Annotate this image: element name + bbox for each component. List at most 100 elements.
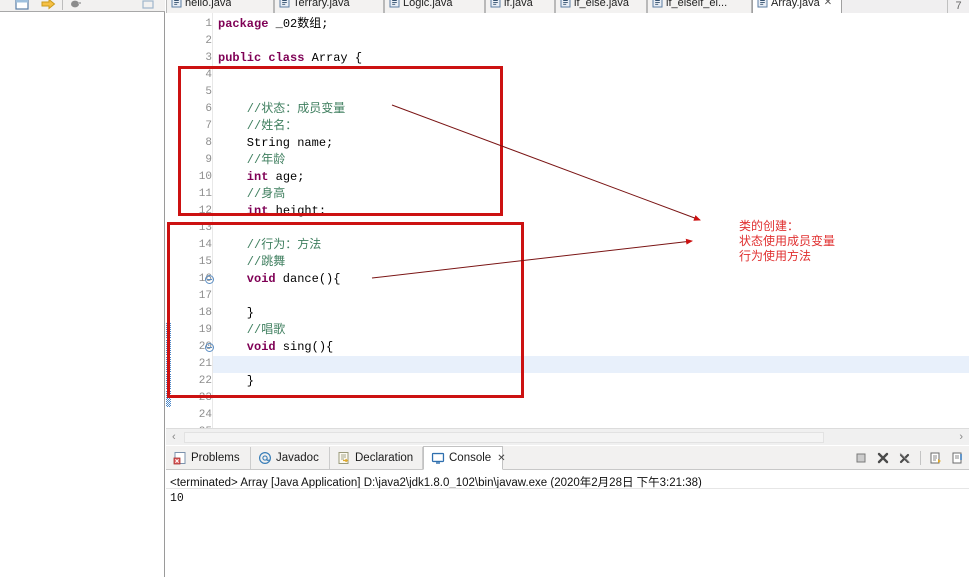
code-token: int [218, 204, 269, 218]
line-number: 24 [198, 409, 212, 421]
editor-tab-if-else-java[interactable]: if_else.java [555, 0, 647, 13]
code-token: //行为：方法 [218, 238, 322, 252]
bottom-tab-label: Javadoc [276, 452, 319, 464]
line-number: 5 [205, 86, 212, 98]
code-token: //唱歌 [218, 323, 286, 337]
java-file-icon [171, 0, 182, 8]
editor-horizontal-scrollbar[interactable]: ‹ › [166, 428, 969, 445]
line-number: 14 [198, 239, 212, 251]
tab-overflow-button[interactable]: 7 [947, 0, 969, 13]
bottom-tab-close-icon[interactable]: ✕ [497, 453, 505, 464]
bottom-tab-declaration[interactable]: Declaration [330, 447, 423, 469]
java-file-icon [560, 0, 571, 8]
scroll-right-arrow[interactable]: › [953, 431, 969, 443]
terminate-icon[interactable] [852, 449, 870, 467]
editor-tab-array-java[interactable]: Array.java ✕ [752, 0, 842, 13]
line-number: 21 [198, 358, 212, 370]
bottom-tab-label: Problems [191, 452, 240, 464]
console-divider [166, 488, 969, 489]
code-token: height; [268, 204, 327, 218]
editor-tab-bar: Array.java ✕ if_elseif_el... if_else.java if… [166, 0, 969, 13]
code-line[interactable]: void sing(){ [218, 339, 333, 356]
changed-line-marker [166, 339, 171, 356]
editor-tab-label: if.java [504, 0, 533, 9]
code-token: //跳舞 [218, 255, 286, 269]
code-token: void [218, 272, 276, 286]
toolbar-divider [920, 451, 921, 465]
editor-tab-logic-java[interactable]: Logic.java [384, 0, 485, 13]
code-editor[interactable]: 1 package _02数组; 2 3 public class Array {4 5 6… [166, 13, 969, 438]
editor-tab-hello-java[interactable]: hello.java [166, 0, 274, 13]
java-file-icon [490, 0, 501, 8]
remove-all-launches-icon[interactable] [896, 449, 914, 467]
javadoc-icon [258, 451, 272, 465]
console-icon [431, 451, 445, 465]
editor-tab-terrary-java[interactable]: Terrary.java [274, 0, 384, 13]
code-token: //年龄 [218, 153, 286, 167]
code-line[interactable]: package _02数组; [218, 16, 328, 33]
declaration-icon [337, 451, 351, 465]
editor-tab-label: if_elseif_el... [666, 0, 728, 9]
open-console-icon[interactable] [927, 449, 945, 467]
editor-tab-if-java[interactable]: if.java [485, 0, 555, 13]
line-number: 13 [198, 222, 212, 234]
changed-line-marker [166, 373, 171, 390]
code-token: //状态：成员变量 [218, 102, 346, 116]
line-number: 4 [205, 69, 212, 81]
code-token: package [218, 17, 269, 31]
code-line[interactable]: } [218, 373, 254, 390]
code-line[interactable]: public class Array { [218, 50, 362, 67]
code-token: void [218, 340, 276, 354]
line-number: 11 [198, 188, 212, 200]
editor-tab-label: Logic.java [403, 0, 453, 9]
line-number: 23 [198, 392, 212, 404]
scroll-left-arrow[interactable]: ‹ [166, 431, 182, 443]
code-line[interactable]: //跳舞 [218, 254, 285, 271]
bottom-panel-tab-bar: Console ✕ Declaration Javadoc Problems [166, 446, 969, 470]
changed-line-marker [166, 356, 171, 373]
line-number: 9 [205, 154, 212, 166]
scrollbar-thumb[interactable] [184, 432, 824, 443]
code-token: String name; [218, 136, 334, 150]
code-line[interactable]: } [218, 305, 254, 322]
code-token: public class [218, 51, 305, 65]
console-output-panel[interactable]: <terminated> Array [Java Application] D:… [166, 470, 969, 577]
editor-tab-close-icon[interactable]: ✕ [824, 0, 832, 8]
changed-line-marker [166, 390, 171, 407]
bottom-tab-javadoc[interactable]: Javadoc [251, 447, 330, 469]
changed-line-marker [166, 322, 171, 339]
code-token: Array { [304, 51, 363, 65]
code-fold-toggle-icon[interactable] [205, 343, 214, 352]
line-number: 18 [198, 307, 212, 319]
code-line[interactable]: //行为：方法 [218, 237, 321, 254]
code-fold-toggle-icon[interactable] [205, 275, 214, 284]
code-line[interactable]: //姓名： [218, 118, 297, 135]
code-line[interactable]: //身高 [218, 186, 285, 203]
console-toolbar [850, 447, 969, 469]
debug-icon[interactable] [68, 0, 84, 11]
editor-tab-if-elseif-el-[interactable]: if_elseif_el... [647, 0, 752, 13]
remove-launch-icon[interactable] [874, 449, 892, 467]
code-line[interactable]: int age; [218, 169, 305, 186]
bottom-tab-console[interactable]: Console ✕ [423, 446, 506, 470]
code-line[interactable]: //唱歌 [218, 322, 285, 339]
left-panel [0, 0, 165, 577]
code-line[interactable]: String name; [218, 135, 333, 152]
code-line[interactable]: //年龄 [218, 152, 285, 169]
code-token: sing(){ [275, 340, 334, 354]
code-token: _02数组; [268, 17, 329, 31]
pin-console-icon[interactable] [949, 449, 967, 467]
code-line[interactable]: //状态：成员变量 [218, 101, 345, 118]
code-token: } [218, 374, 255, 388]
bottom-tab-problems[interactable]: Problems [166, 447, 251, 469]
view-menu-icon[interactable] [140, 0, 156, 11]
code-line[interactable]: void dance(){ [218, 271, 341, 288]
window-icon[interactable] [14, 0, 30, 11]
java-file-icon [652, 0, 663, 8]
code-line[interactable]: int height; [218, 203, 326, 220]
code-token: dance(){ [275, 272, 341, 286]
forward-arrow-icon[interactable] [40, 0, 56, 11]
line-number: 6 [205, 103, 212, 115]
toolbar-divider [62, 0, 63, 10]
line-number: 12 [198, 205, 212, 217]
